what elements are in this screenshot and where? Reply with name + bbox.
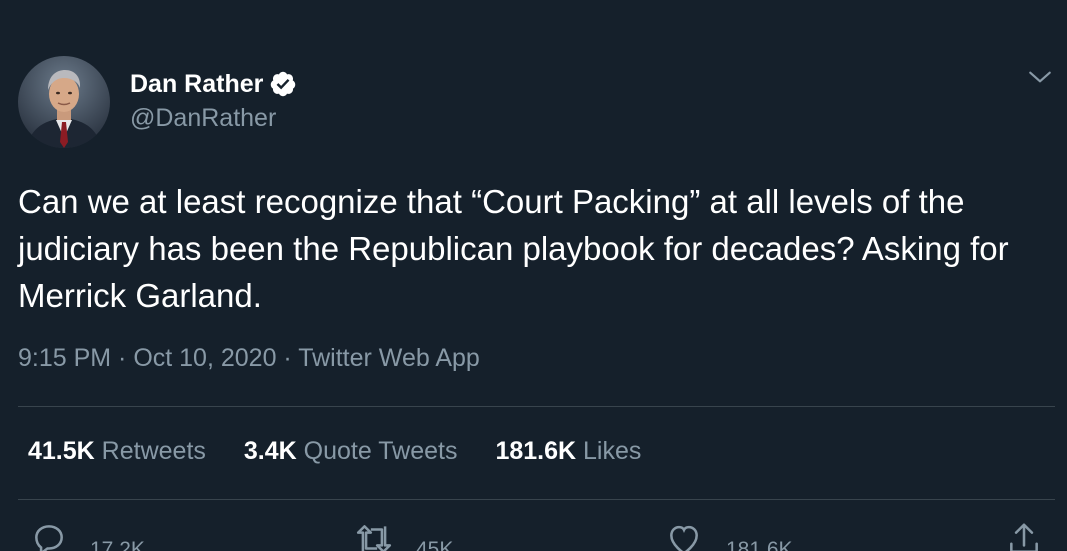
likes-count: 181.6K bbox=[495, 437, 577, 465]
likes-label: Likes bbox=[583, 437, 642, 465]
tweet-text: Can we at least recognize that “Court Pa… bbox=[18, 183, 1009, 314]
tweet-card: Dan Rather @DanRather Can we at least re… bbox=[0, 0, 1067, 551]
verified-badge-icon bbox=[271, 71, 296, 97]
engagement-stats: 41.5K Retweets 3.4K Quote Tweets 181.6K … bbox=[28, 437, 679, 466]
tweet-timestamp-source[interactable]: 9:15 PM · Oct 10, 2020 · Twitter Web App bbox=[18, 344, 480, 373]
chevron-down-icon[interactable] bbox=[1027, 64, 1053, 90]
quote-tweets-stat[interactable]: 3.4K Quote Tweets bbox=[244, 437, 458, 466]
divider bbox=[18, 406, 1055, 407]
retweets-stat[interactable]: 41.5K Retweets bbox=[28, 437, 206, 466]
reply-button[interactable]: 17.2K bbox=[30, 520, 145, 551]
reply-icon bbox=[35, 525, 63, 551]
like-button[interactable]: 181.6K bbox=[664, 520, 793, 551]
heart-icon bbox=[670, 525, 698, 551]
divider bbox=[18, 499, 1055, 500]
retweet-button[interactable]: 45K bbox=[354, 520, 453, 551]
avatar[interactable] bbox=[18, 56, 110, 148]
display-name[interactable]: Dan Rather bbox=[130, 70, 263, 99]
retweet-icon bbox=[356, 525, 392, 551]
action-bar: 17.2K 45K 181.6K bbox=[0, 520, 1067, 551]
author-handle[interactable]: @DanRather bbox=[130, 104, 276, 133]
author-name-row[interactable]: Dan Rather bbox=[130, 66, 297, 102]
quote-tweets-label: Quote Tweets bbox=[303, 437, 458, 465]
share-icon bbox=[1010, 523, 1038, 551]
likes-stat[interactable]: 181.6K Likes bbox=[495, 437, 641, 466]
reply-count: 17.2K bbox=[90, 538, 145, 551]
retweets-label: Retweets bbox=[101, 437, 206, 465]
quote-tweets-count: 3.4K bbox=[243, 437, 297, 465]
retweets-count: 41.5K bbox=[28, 437, 95, 465]
like-count: 181.6K bbox=[726, 538, 793, 551]
retweet-count: 45K bbox=[416, 538, 454, 551]
share-button[interactable] bbox=[1004, 520, 1044, 551]
